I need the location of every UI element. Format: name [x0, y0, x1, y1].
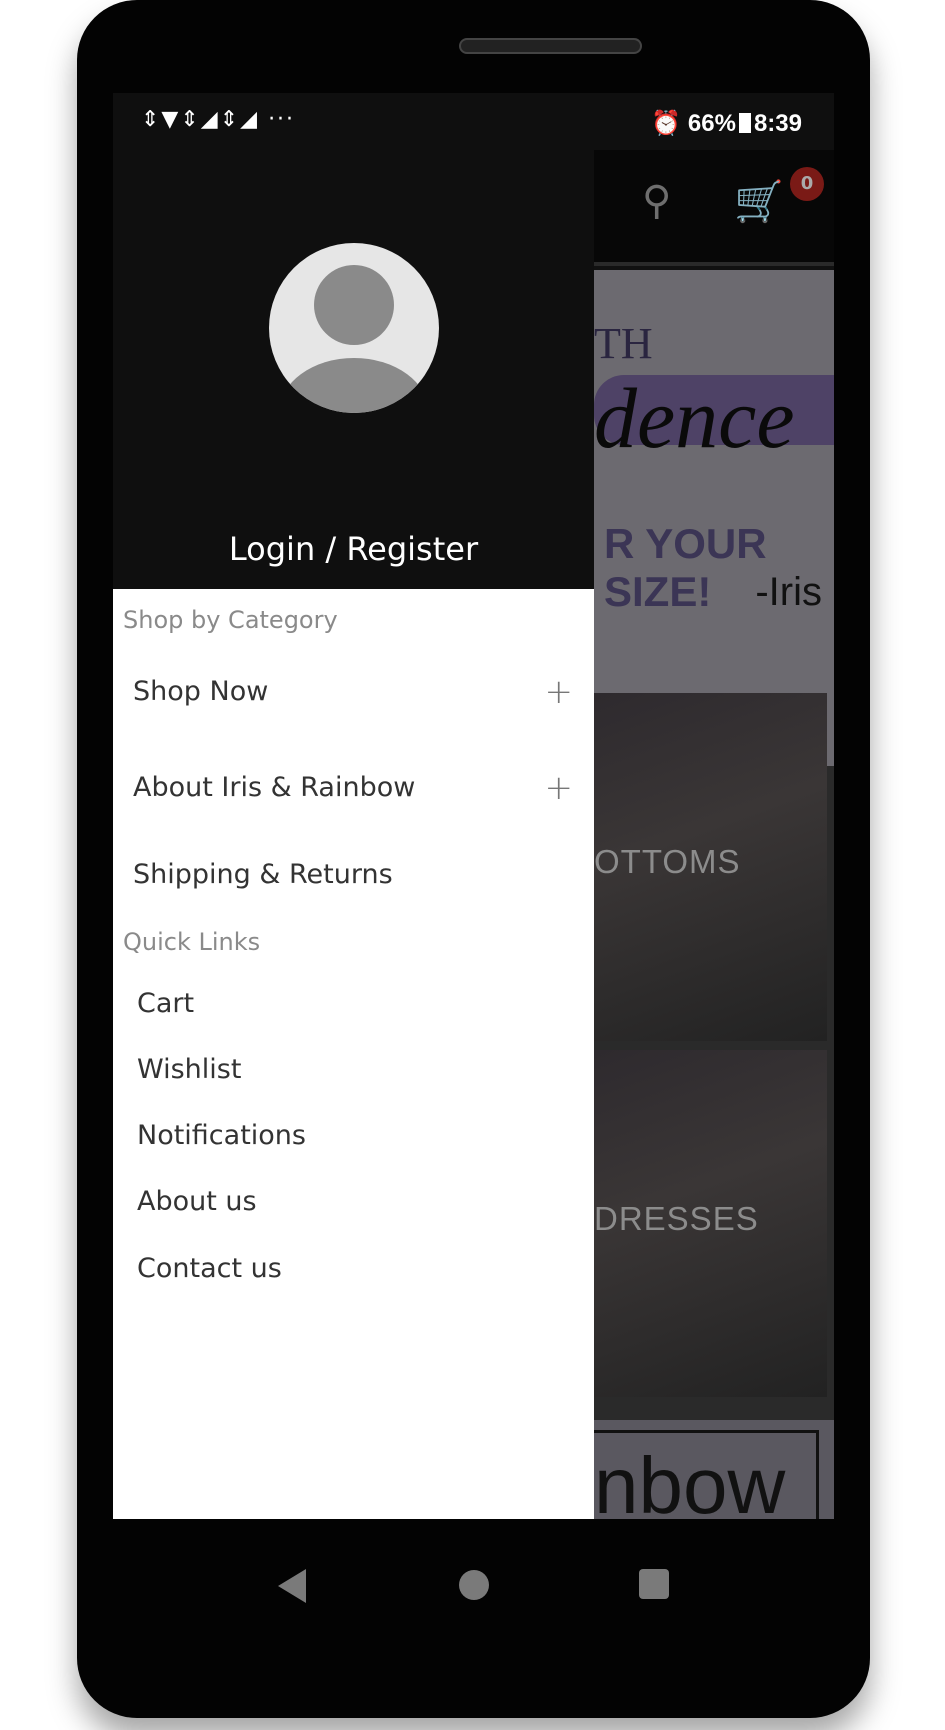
navigation-drawer: Login / Register Shop by Category Shop N…	[113, 150, 594, 1519]
more-icon: ···	[268, 107, 296, 132]
category-tile-dresses[interactable]: DRESSES	[594, 1050, 827, 1397]
speaker-grille	[459, 38, 642, 54]
promo-banner[interactable]: TH dence R YOUR SIZE! -Iris	[594, 266, 834, 766]
status-right: ⏰ 66% 8:39	[651, 109, 802, 138]
menu-item-shipping-returns[interactable]: Shipping & Returns	[133, 859, 573, 890]
plus-icon[interactable]: +	[545, 672, 574, 712]
battery-charging-icon	[738, 113, 751, 133]
signal-wifi-icons: ⇕▼⇕◢⇕◢ ···	[141, 107, 296, 132]
banner-text: TH	[594, 319, 653, 368]
back-icon[interactable]	[278, 1569, 306, 1603]
menu-item-about-iris-rainbow[interactable]: About Iris & Rainbow +	[133, 768, 573, 808]
menu-item-shop-now[interactable]: Shop Now +	[133, 672, 573, 712]
banner-text: nbow	[594, 1441, 786, 1519]
recents-icon[interactable]	[639, 1569, 669, 1599]
quick-link-wishlist[interactable]: Wishlist	[137, 1054, 241, 1085]
quick-link-about-us[interactable]: About us	[137, 1186, 257, 1217]
quick-link-notifications[interactable]: Notifications	[137, 1120, 306, 1151]
menu-item-label: About Iris & Rainbow	[133, 772, 416, 803]
clock: 8:39	[753, 110, 802, 137]
banner-text: dence	[594, 370, 795, 466]
quick-link-contact-us[interactable]: Contact us	[137, 1253, 282, 1284]
system-nav-bar	[113, 1519, 834, 1649]
cart-count-badge: 0	[790, 167, 824, 201]
status-bar: ⇕▼⇕◢⇕◢ ··· ⏰ 66% 8:39	[113, 93, 834, 150]
drawer-header: Login / Register	[113, 150, 594, 589]
search-icon[interactable]: ⚲	[642, 178, 671, 224]
plus-icon[interactable]: +	[545, 768, 574, 808]
menu-item-label: Shop Now	[133, 676, 269, 707]
login-register-link[interactable]: Login / Register	[113, 530, 594, 568]
section-shop-by-category: Shop by Category	[123, 606, 338, 634]
battery-percent: 66%	[687, 110, 736, 137]
banner-text: -Iris	[755, 570, 822, 614]
cart-icon[interactable]: 🛒	[734, 178, 784, 225]
tile-label: DRESSES	[594, 1200, 759, 1237]
screen: ⚲ 🛒 0 TH dence R YOUR SIZE! -Iris OTTOMS…	[113, 93, 834, 1519]
app-toolbar: ⚲ 🛒	[594, 150, 834, 262]
menu-item-label: Shipping & Returns	[133, 859, 393, 890]
alarm-icon: ⏰	[651, 110, 682, 137]
bottom-banner[interactable]: nbow	[594, 1420, 834, 1519]
quick-link-cart[interactable]: Cart	[137, 988, 194, 1019]
category-tile-bottoms[interactable]: OTTOMS	[594, 693, 827, 1041]
tile-label: OTTOMS	[594, 843, 741, 880]
section-quick-links: Quick Links	[123, 928, 261, 956]
avatar[interactable]	[269, 243, 439, 413]
home-icon[interactable]	[459, 1570, 489, 1600]
